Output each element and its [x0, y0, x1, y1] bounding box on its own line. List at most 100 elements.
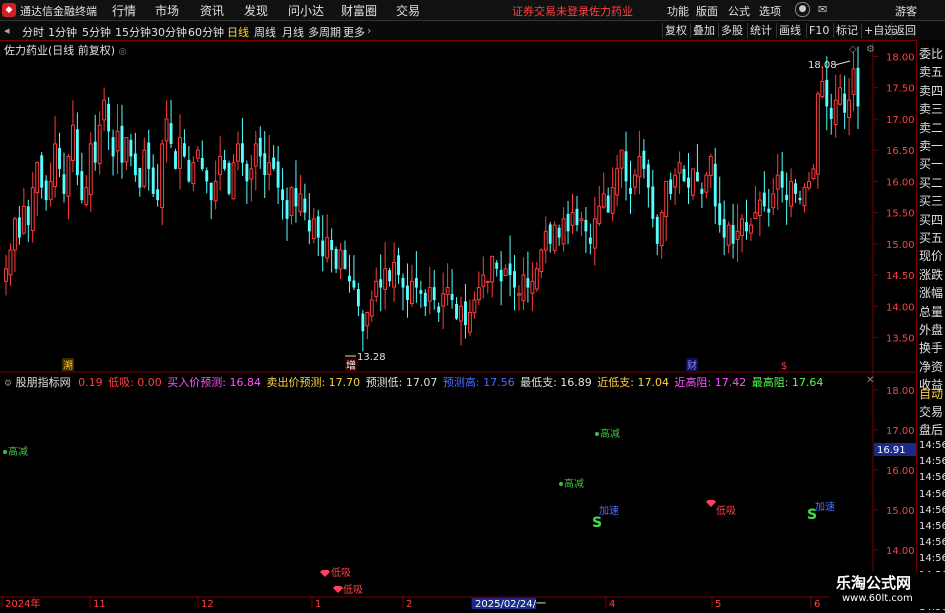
watermark-url: www.60lt.com — [842, 593, 913, 604]
candle-body — [392, 262, 397, 288]
side-label[interactable]: 卖二 — [919, 119, 943, 136]
login-notice[interactable]: 证券交易未登录 — [512, 3, 589, 19]
menu-xuanxiang[interactable]: 选项 — [759, 3, 781, 19]
side-label[interactable]: 现价 — [919, 247, 943, 264]
side-label[interactable]: 卖一 — [919, 137, 943, 154]
btn-diejia[interactable]: 叠加 — [690, 23, 717, 38]
back-arrow-icon[interactable]: ◂ — [4, 24, 10, 37]
ind-tick-label: 18.00 — [886, 386, 915, 397]
menu-wenxiaoda[interactable]: 问小达 — [288, 2, 324, 19]
chevron-right-icon[interactable]: › — [367, 24, 371, 37]
candle-body — [526, 278, 530, 288]
btn-huaxian[interactable]: 画线 — [776, 23, 803, 38]
side-label[interactable]: 买五 — [919, 229, 943, 246]
app-logo-icon: ◆ — [2, 3, 16, 17]
candle-body — [414, 278, 418, 288]
candle-body — [75, 129, 79, 176]
settings-icon[interactable]: ⚙ — [4, 379, 12, 389]
btn-duogu[interactable]: 多股 — [718, 23, 745, 38]
tab-60min[interactable]: 60分钟 — [188, 24, 224, 40]
tab-monthly[interactable]: 月线 — [282, 24, 304, 40]
price-tick-label: 16.50 — [886, 146, 915, 157]
candle-body — [200, 157, 204, 169]
side-label[interactable]: 委比 — [919, 45, 943, 62]
settings-icon[interactable]: ⚙ — [866, 44, 875, 55]
tab-15min[interactable]: 15分钟 — [115, 24, 151, 40]
tab-1min[interactable]: 1分钟 — [48, 24, 77, 40]
menu-faxian[interactable]: 发现 — [244, 2, 268, 19]
menu-banmian[interactable]: 版面 — [696, 3, 718, 19]
candle-body — [767, 208, 771, 213]
tab-weekly[interactable]: 周线 — [254, 24, 276, 40]
ind-value-near-resist: 近高阻: 17.42 — [674, 376, 747, 389]
guest-label[interactable]: 游客 — [895, 3, 917, 19]
side-label[interactable]: 买一 — [919, 155, 943, 172]
marker-zeng[interactable]: 增 — [346, 359, 356, 372]
candle-body — [530, 280, 535, 294]
side-label[interactable]: 换手 — [919, 339, 943, 356]
candle-body — [503, 268, 508, 276]
chart-area[interactable]: 18.00 17.50 17.00 16.50 16.00 15.50 15.00 14.50… — [0, 40, 916, 609]
candle-body — [579, 218, 584, 222]
side-label[interactable]: 总量 — [919, 303, 943, 320]
menu-shichang[interactable]: 市场 — [155, 2, 179, 19]
side-label[interactable]: 买四 — [919, 211, 943, 228]
side-label[interactable]: 外盘 — [919, 321, 943, 338]
side-label[interactable]: 净资 — [919, 358, 943, 375]
menu-gongshi[interactable]: 公式 — [728, 3, 750, 19]
btn-fanhui[interactable]: 返回 — [891, 23, 918, 38]
btn-f10[interactable]: F10 — [806, 23, 831, 38]
indicator-name: 股朋指标网 — [15, 376, 71, 389]
user-icon[interactable]: ● — [795, 2, 810, 17]
menu-caifuquan[interactable]: 财富圈 — [341, 2, 377, 19]
side-label[interactable]: 卖四 — [919, 82, 943, 99]
side-label[interactable]: 卖五 — [919, 63, 943, 80]
signal-jiasu-2: 加速 — [815, 501, 835, 513]
candle-body — [445, 287, 450, 296]
candle-body — [543, 230, 548, 251]
btn-tongji[interactable]: 统计 — [747, 23, 774, 38]
email-icon[interactable]: ✉ — [818, 3, 827, 16]
candle-body — [856, 67, 860, 107]
candle-body — [704, 174, 709, 193]
side-tab[interactable]: 交易 — [919, 403, 943, 420]
btn-biaoji[interactable]: 标记 — [833, 23, 860, 38]
candle-body — [285, 200, 289, 219]
tab-daily[interactable]: 日线 — [227, 24, 249, 40]
candle-body — [610, 187, 615, 214]
circle-icon[interactable]: ◎ — [119, 47, 127, 57]
side-tab[interactable]: 自动 — [919, 385, 943, 402]
period-toolbar: ◂ 分时 1分钟 5分钟 15分钟 30分钟 60分钟 日线 周线 月线 多周期… — [0, 21, 945, 41]
btn-fuquan[interactable]: 复权 — [662, 23, 689, 38]
menu-gongneng[interactable]: 功能 — [667, 3, 689, 19]
tab-fenshi[interactable]: 分时 — [22, 24, 44, 40]
candle-body — [231, 162, 236, 200]
side-label[interactable]: 卖三 — [919, 100, 943, 117]
candle-body — [722, 219, 726, 238]
marker-cai[interactable]: 财 — [687, 359, 697, 372]
tick-time: 14:56 — [919, 440, 945, 451]
marker-su[interactable]: 溯 — [63, 359, 73, 372]
marker-dollar[interactable]: $ — [781, 361, 787, 372]
candle-body — [267, 162, 272, 175]
indicator-grid: 18.00 17.00 16.00 15.00 14.00 — [873, 386, 915, 557]
tab-more[interactable]: 更多 — [343, 24, 365, 40]
side-label[interactable]: 涨幅 — [919, 284, 943, 301]
signal-dot — [595, 432, 599, 436]
diamond-outline-icon[interactable]: ◇ — [849, 44, 857, 55]
candle-body — [156, 189, 160, 201]
side-label[interactable]: 买三 — [919, 192, 943, 209]
tab-5min[interactable]: 5分钟 — [82, 24, 111, 40]
time-tick-label: 12 — [201, 599, 214, 609]
side-label[interactable]: 买二 — [919, 174, 943, 191]
indicator-close-icon[interactable]: ✕ — [866, 375, 874, 386]
tab-30min[interactable]: 30分钟 — [151, 24, 187, 40]
event-markers: 溯 增 财 $ — [62, 358, 787, 372]
side-tab[interactable]: 盘后 — [919, 421, 943, 438]
menu-zixun[interactable]: 资讯 — [200, 2, 224, 19]
menu-jiaoyi[interactable]: 交易 — [396, 2, 420, 19]
menu-hangqing[interactable]: 行情 — [112, 2, 136, 19]
side-label[interactable]: 涨跌 — [919, 266, 943, 283]
candle-body — [294, 188, 298, 207]
tab-multi-period[interactable]: 多周期 — [308, 24, 341, 40]
